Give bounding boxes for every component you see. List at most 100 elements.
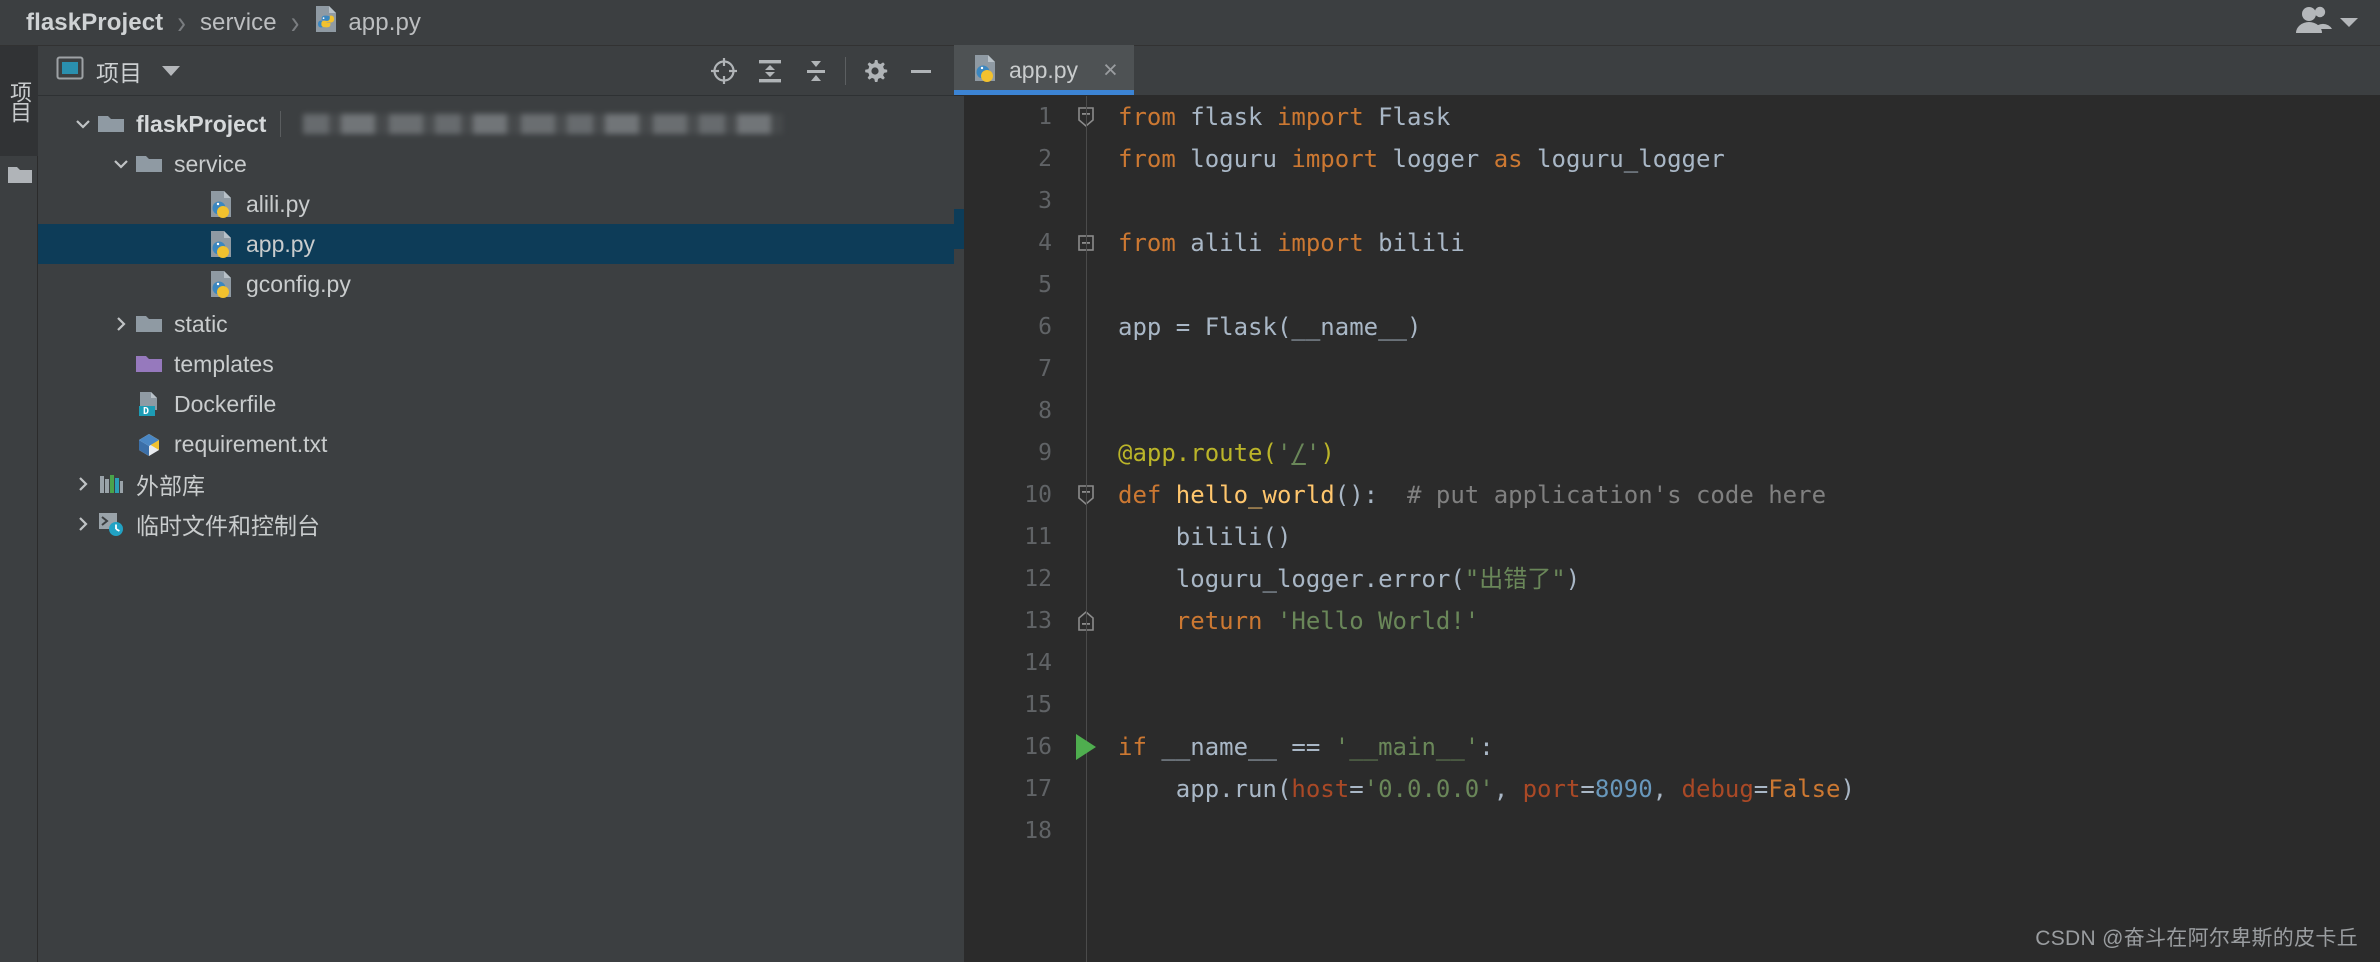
folder-purple-icon (134, 353, 164, 375)
settings-gear-icon[interactable] (852, 48, 898, 94)
breadcrumb-label-service: service (199, 8, 277, 36)
folder-icon (96, 113, 126, 135)
scratches-consoles-icon (96, 511, 126, 537)
breadcrumb-bar: flaskProject › service › app.py (0, 0, 2380, 46)
line-number: 10 (1024, 482, 1052, 508)
code-line-13: return 'Hello World!' (1175, 607, 1480, 635)
chevron-down-icon[interactable] (162, 65, 180, 76)
tree-item-label: gconfig.py (246, 270, 351, 297)
fold-gutter (1064, 96, 1108, 962)
tree-item-label: alili.py (246, 190, 310, 217)
tab-app-py[interactable]: app.py × (954, 45, 1134, 95)
tree-row[interactable]: service (38, 144, 954, 184)
breadcrumb-item-file[interactable]: app.py (313, 5, 421, 40)
sidebar-item-project-vertical-tab[interactable]: 项目 (0, 46, 38, 156)
tree-item-label: Dockerfile (174, 390, 277, 417)
ide-window: flaskProject › service › app.py 项目 项目 fl… (0, 0, 2380, 962)
dockerfile-icon: D (134, 390, 164, 418)
toolbar-divider (845, 56, 846, 85)
watermark-text: CSDN @奋斗在阿尔卑斯的皮卡丘 (2035, 927, 2358, 950)
tree-row[interactable]: 外部库 (38, 464, 954, 504)
line-number: 4 (1038, 230, 1052, 256)
line-number: 15 (1024, 692, 1052, 718)
locate-file-icon[interactable] (701, 48, 747, 94)
line-number: 13 (1024, 608, 1052, 634)
python-file-icon (206, 190, 236, 218)
code-line-9: @app.route('/') (1118, 439, 1335, 467)
requirements-icon (134, 431, 164, 457)
line-number: 9 (1038, 440, 1052, 466)
tree-row[interactable]: flaskProject (38, 104, 954, 144)
code-line-4: from alili import bilili (1118, 229, 1465, 257)
tree-item-label: requirement.txt (174, 430, 328, 457)
chevron-collapsed-icon[interactable] (108, 311, 134, 337)
tree-path-divider (280, 111, 282, 137)
code-content[interactable]: from flask import Flask from loguru impo… (1108, 96, 2380, 962)
breadcrumb-item-service[interactable]: service (200, 9, 277, 37)
line-number-gutter: 1 2 3 4 5 6 7 8 9 10 11 12 13 14 15 16 1… (964, 96, 1064, 962)
svg-text:D: D (143, 406, 149, 417)
expand-all-icon[interactable] (747, 48, 793, 94)
code-line-10: def hello_world(): # put application's c… (1118, 481, 1827, 509)
chevron-expanded-icon[interactable] (70, 111, 96, 137)
fold-rail (1086, 96, 1087, 962)
line-number: 5 (1038, 272, 1052, 298)
folder-icon (134, 313, 164, 335)
tree-row[interactable]: templates (38, 344, 954, 384)
python-file-icon (972, 54, 998, 87)
blurred-project-path (303, 114, 784, 134)
selection-marker (954, 209, 964, 249)
project-panel-toolbar (701, 48, 944, 94)
chevron-collapsed-icon[interactable] (70, 471, 96, 497)
sidebar-item-label: 项目 (7, 81, 32, 121)
code-line-1: from flask import Flask (1118, 103, 1451, 131)
code-line-17: app.run(host='0.0.0.0', port=8090, debug… (1118, 775, 1855, 803)
code-line-16: if __name__ == '__main__': (1118, 733, 1494, 761)
folder-icon[interactable] (7, 164, 33, 191)
chevron-expanded-icon[interactable] (108, 151, 134, 177)
folder-icon (134, 153, 164, 175)
tree-row[interactable]: app.py (38, 224, 954, 264)
tree-item-label: static (174, 310, 228, 337)
collapse-all-icon[interactable] (793, 48, 839, 94)
line-number: 17 (1024, 776, 1052, 802)
tab-label: app.py (1009, 56, 1079, 83)
python-file-icon (206, 270, 236, 298)
users-icon[interactable] (2292, 5, 2332, 40)
project-panel-header: 项目 (38, 46, 954, 96)
tree-item-label: 外部库 (136, 473, 205, 499)
code-editor[interactable]: 1 2 3 4 5 6 7 8 9 10 11 12 13 14 15 16 1… (954, 96, 2380, 962)
hide-panel-icon[interactable] (898, 48, 944, 94)
tree-row[interactable]: 临时文件和控制台 (38, 504, 954, 544)
breadcrumb-item-project[interactable]: flaskProject (26, 9, 163, 37)
run-triangle-icon[interactable] (1076, 734, 1096, 760)
line-number: 16 (1024, 734, 1052, 760)
external-libraries-icon (96, 472, 126, 496)
code-line-12: loguru_logger.error("出错了") (1118, 565, 1581, 593)
tree-row[interactable]: requirement.txt (38, 424, 954, 464)
line-number: 6 (1038, 314, 1052, 340)
close-icon[interactable]: × (1103, 57, 1118, 83)
code-line-2: from loguru import logger as loguru_logg… (1118, 145, 1725, 173)
chevron-collapsed-icon[interactable] (70, 511, 96, 537)
tree-row[interactable]: gconfig.py (38, 264, 954, 304)
line-number: 18 (1024, 818, 1052, 844)
tree-row[interactable]: alili.py (38, 184, 954, 224)
breadcrumb-label-file: app.py (348, 8, 422, 36)
line-number: 12 (1024, 566, 1052, 592)
run-gutter-line-16[interactable] (1064, 726, 1108, 768)
tree-item-label: 临时文件和控制台 (136, 513, 320, 539)
tree-row[interactable]: static (38, 304, 954, 344)
line-number: 3 (1038, 188, 1052, 214)
code-line-6: app = Flask(__name__) (1118, 313, 1422, 341)
editor-area: app.py × 1 2 3 4 5 6 7 8 9 10 11 12 13 1… (954, 45, 2380, 962)
breadcrumb: flaskProject › service › app.py (0, 0, 421, 45)
chevron-down-icon[interactable] (2340, 18, 2358, 27)
line-number: 7 (1038, 356, 1052, 382)
tree-row[interactable]: D Dockerfile (38, 384, 954, 424)
breadcrumb-label-project: flaskProject (26, 8, 164, 36)
